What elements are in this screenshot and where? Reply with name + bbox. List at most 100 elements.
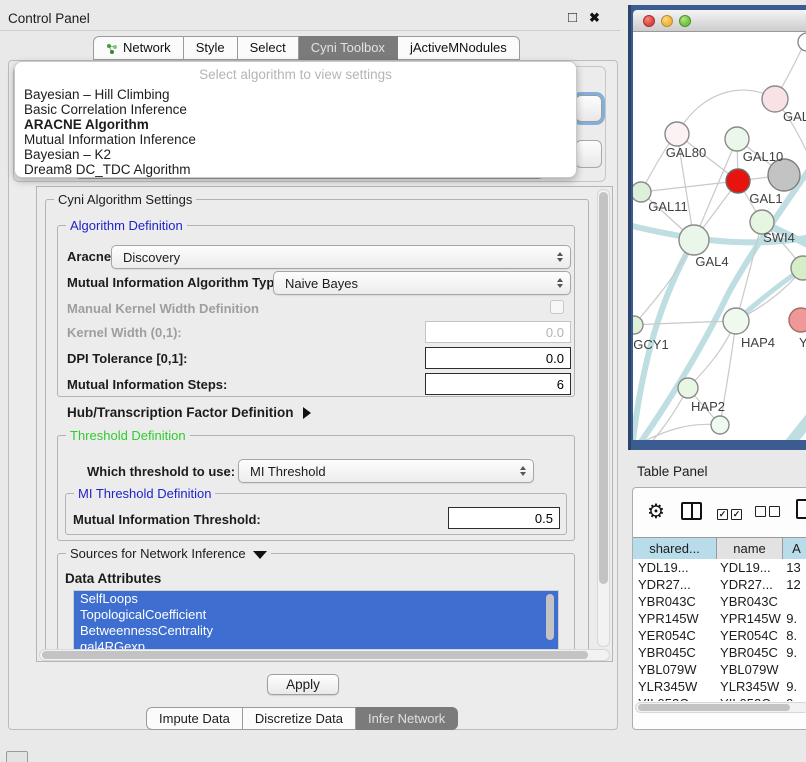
list-item[interactable]: TopologicalCoefficient <box>74 607 558 623</box>
tab-impute-data-label: Impute Data <box>159 711 230 726</box>
table-row[interactable]: YDR27...YDR27...12 <box>633 576 806 593</box>
dpi-tolerance-label: DPI Tolerance [0,1]: <box>67 351 187 366</box>
table-row[interactable]: YBR045CYBR045C9. <box>633 644 806 661</box>
node-label: GAL1 <box>749 191 782 206</box>
apply-button[interactable]: Apply <box>267 674 339 695</box>
float-window-icon[interactable]: □ <box>568 9 577 26</box>
tab-style[interactable]: Style <box>184 36 238 60</box>
tab-style-label: Style <box>196 37 225 59</box>
table-panel-title: Table Panel <box>637 464 708 479</box>
table-row[interactable]: YBL079WYBL079W <box>633 661 806 678</box>
column-header-shared-name[interactable]: shared... <box>633 538 717 560</box>
table-toolbar: ⚙ ✓✓ <box>633 488 806 536</box>
algorithm-dropdown[interactable]: Select algorithm to view settings Bayesi… <box>14 61 577 178</box>
node-hap4[interactable] <box>723 308 749 334</box>
control-panel-tabs: Network Style Select Cyni Toolbox jActiv… <box>93 36 520 60</box>
mi-steps-label: Mutual Information Steps: <box>67 377 227 392</box>
node-bottom[interactable] <box>711 416 729 434</box>
zoom-traffic-light[interactable] <box>679 15 691 27</box>
mi-steps-field[interactable] <box>425 373 571 395</box>
list-item[interactable]: SelfLoops <box>74 591 558 607</box>
node-salmon[interactable] <box>789 308 806 332</box>
checked-box-icon: ✓ <box>731 509 742 520</box>
hub-definition-label: Hub/Transcription Factor Definition <box>67 405 294 420</box>
settings-hscrollbar-thumb[interactable] <box>42 651 588 659</box>
dropdown-item-selected[interactable]: ARACNE Algorithm <box>24 117 567 132</box>
table-row[interactable]: YER054CYER054C8. <box>633 627 806 644</box>
list-scrollbar[interactable] <box>546 594 554 640</box>
mi-type-value: Naive Bayes <box>285 276 358 291</box>
dropdown-item[interactable]: Dream8 DC_TDC Algorithm <box>24 162 567 177</box>
close-traffic-light[interactable] <box>643 15 655 27</box>
dpi-tolerance-field[interactable] <box>425 347 571 369</box>
table-combo-stub[interactable] <box>575 140 602 168</box>
dropdown-item[interactable]: Mutual Information Inference <box>24 132 567 147</box>
mi-type-label: Mutual Information Algorithm Type: <box>67 275 286 290</box>
node-gal80[interactable] <box>665 122 689 146</box>
table-row[interactable]: YDL19...YDL19...13 <box>633 559 806 576</box>
tab-jactivemnodules-label: jActiveMNodules <box>410 37 507 59</box>
combo-spinner-icon <box>557 252 563 262</box>
node-label: Y <box>799 335 806 350</box>
node-gal10[interactable] <box>725 127 749 151</box>
tab-infer-network[interactable]: Infer Network <box>356 707 458 730</box>
node-gal4[interactable] <box>679 225 709 255</box>
dropdown-item[interactable]: Basic Correlation Inference <box>24 102 567 117</box>
node-gal1[interactable] <box>726 169 750 193</box>
control-panel-titlebar: Control Panel □ ✖ <box>0 5 620 31</box>
hide-columns-icon[interactable] <box>755 505 780 520</box>
node-hap2[interactable] <box>678 378 698 398</box>
tab-cyni-toolbox[interactable]: Cyni Toolbox <box>299 36 398 60</box>
network-icon <box>106 42 118 55</box>
node-label: GAL11 <box>648 199 688 214</box>
tab-network[interactable]: Network <box>93 36 184 60</box>
table-row[interactable]: YLR345WYLR345W9. <box>633 678 806 695</box>
table-rows: YDL19...YDL19...13 YDR27...YDR27...12 YB… <box>633 559 806 701</box>
tab-network-label: Network <box>123 37 171 59</box>
aracne-mode-value: Discovery <box>123 250 180 265</box>
node-label: GAL10 <box>743 149 783 164</box>
list-item[interactable]: BetweennessCentrality <box>74 623 558 639</box>
screen: Control Panel □ ✖ Network Style Select <box>0 0 806 762</box>
gear-icon[interactable]: ⚙ <box>647 499 665 524</box>
control-panel-window: Control Panel □ ✖ Network Style Select <box>0 5 620 732</box>
table-row[interactable]: YBR043CYBR043C <box>633 593 806 610</box>
column-header-partial[interactable]: A <box>783 538 806 560</box>
split-pane-icon[interactable] <box>681 502 702 520</box>
bottom-left-button-partial[interactable] <box>6 751 28 762</box>
table-row[interactable]: YIL052CYIL052C9 <box>633 695 806 701</box>
combo-spinner-icon <box>520 466 526 476</box>
column-header-name[interactable]: name <box>717 538 783 560</box>
show-columns-icon[interactable]: ✓✓ <box>717 505 742 520</box>
table-row[interactable]: YPR145WYPR145W9. <box>633 610 806 627</box>
aracne-mode-combo[interactable]: Discovery <box>111 245 571 269</box>
tab-select[interactable]: Select <box>238 36 299 60</box>
manual-kernel-label: Manual Kernel Width Definition <box>67 301 259 316</box>
dropdown-placeholder: Select algorithm to view settings <box>15 67 576 82</box>
tab-discretize-data[interactable]: Discretize Data <box>243 707 356 730</box>
tab-impute-data[interactable]: Impute Data <box>146 707 243 730</box>
cyni-algorithm-settings-title: Cyni Algorithm Settings <box>54 192 196 207</box>
settings-vscrollbar-thumb[interactable] <box>599 192 608 584</box>
kernel-width-field[interactable] <box>425 321 571 343</box>
algorithm-combo-stub[interactable] <box>575 95 602 122</box>
tab-jactivemnodules[interactable]: jActiveMNodules <box>398 36 520 60</box>
which-threshold-combo[interactable]: MI Threshold <box>238 459 534 483</box>
manual-kernel-checkbox[interactable] <box>550 300 564 314</box>
dropdown-item[interactable]: Bayesian – K2 <box>24 147 567 162</box>
close-window-icon[interactable]: ✖ <box>589 10 600 26</box>
network-view-titlebar[interactable] <box>633 10 806 32</box>
mi-type-combo[interactable]: Naive Bayes <box>273 271 571 295</box>
sources-title-toggle[interactable]: Sources for Network Inference <box>66 546 271 561</box>
new-table-icon[interactable] <box>796 499 806 519</box>
table-hscrollbar-thumb[interactable] <box>638 704 790 711</box>
tab-cyni-toolbox-label: Cyni Toolbox <box>311 37 385 59</box>
data-attributes-list[interactable]: SelfLoops TopologicalCoefficient Between… <box>73 590 559 654</box>
dropdown-item[interactable]: Bayesian – Hill Climbing <box>24 87 567 102</box>
node-partial-top[interactable] <box>798 33 806 51</box>
hub-definition-toggle[interactable]: Hub/Transcription Factor Definition <box>67 405 311 420</box>
node-label: SWI4 <box>763 230 795 245</box>
mi-threshold-field[interactable] <box>448 507 560 529</box>
node-gcy1[interactable] <box>633 316 643 334</box>
minimize-traffic-light[interactable] <box>661 15 673 27</box>
